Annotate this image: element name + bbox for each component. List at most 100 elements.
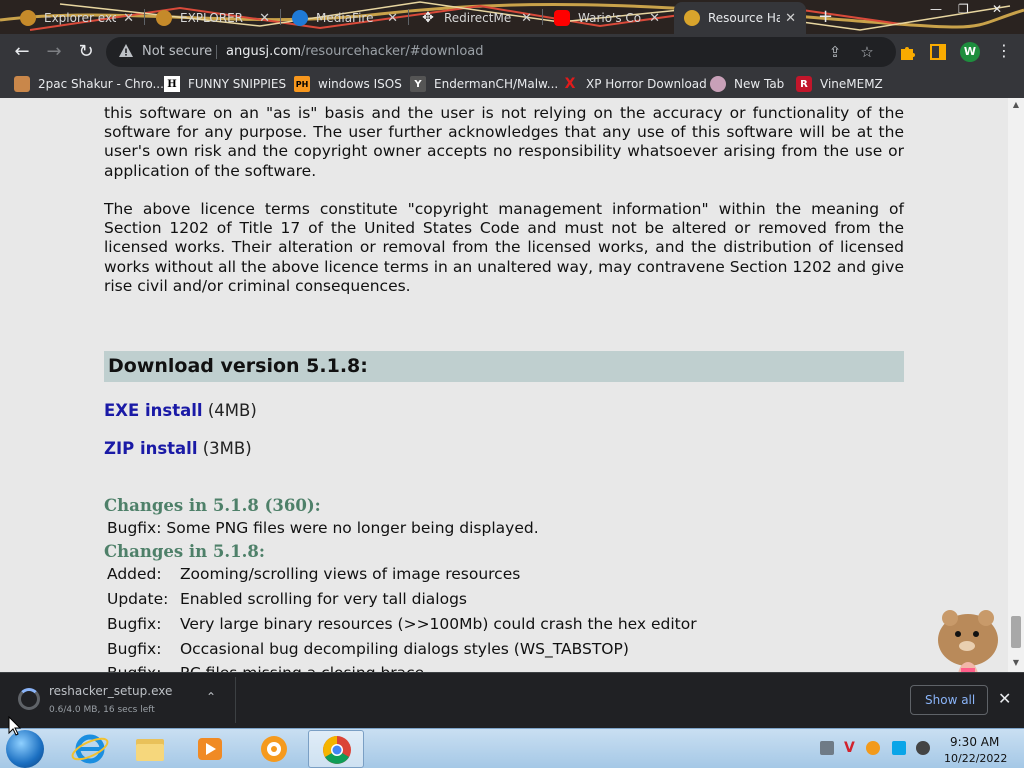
tray-monitor-icon[interactable] [892, 741, 906, 755]
exe-size: (4MB) [207, 401, 257, 420]
close-icon[interactable]: ✕ [259, 11, 270, 26]
extensions-icon[interactable] [898, 42, 918, 62]
bookmark-label: windows ISOS [318, 77, 402, 91]
tab-resource-hacker[interactable]: Resource Ha ✕ [674, 2, 806, 34]
download-heading: Download version 5.1.8: [104, 351, 904, 382]
scroll-up-icon[interactable]: ▲ [1011, 100, 1021, 109]
bookmark-windows-isos[interactable]: PH windows ISOS [294, 76, 402, 92]
bookmark-label: 2pac Shakur - Chro... [38, 77, 164, 91]
x-icon: X [564, 76, 576, 92]
close-icon[interactable]: ✕ [387, 11, 398, 26]
window-close-button[interactable]: ✕ [992, 2, 1002, 16]
reload-icon[interactable]: ↻ [74, 40, 98, 64]
globe-icon [20, 10, 36, 26]
shuriken-logo [261, 736, 287, 762]
clock-time[interactable]: 9:30 AM [950, 735, 999, 749]
newtab-icon [710, 76, 726, 92]
changes-heading: Changes in 5.1.8: [104, 542, 265, 561]
close-shelf-icon[interactable]: ✕ [998, 689, 1011, 708]
zip-install-link[interactable]: ZIP install [104, 439, 198, 458]
bookmark-label: VineMEMZ [820, 77, 883, 91]
new-tab-button[interactable]: + [818, 6, 833, 27]
bookmark-endermanch[interactable]: Y EndermanCH/Malw... [410, 76, 558, 92]
tab-explorer-exe[interactable]: Explorer exe ✕ [10, 2, 144, 34]
change-kind: Bugfix: [107, 640, 162, 658]
side-panel-icon[interactable] [928, 42, 948, 62]
page-viewport: this software on an "as is" basis and th… [0, 98, 1008, 672]
file-explorer-icon[interactable] [122, 730, 178, 768]
internet-explorer-icon[interactable] [62, 730, 118, 768]
tab-redirectme[interactable]: ✥ RedirectMe ✕ [410, 2, 542, 34]
tab-separator [280, 9, 281, 25]
mouse-cursor-icon [8, 716, 22, 736]
url-text[interactable]: angusj.com/resourcehacker/#download [226, 44, 484, 59]
exe-download-line: EXE install (4MB) [104, 401, 257, 420]
chrome-icon[interactable] [308, 730, 364, 768]
clock-date[interactable]: 10/22/2022 [944, 752, 1007, 765]
tab-mediafire[interactable]: MediaFire ✕ [282, 2, 408, 34]
shuriken-app-icon[interactable] [246, 730, 302, 768]
back-icon[interactable]: ← [10, 40, 34, 64]
change-text: Very large binary resources (>>100Mb) co… [179, 615, 697, 633]
profile-avatar[interactable]: W [960, 42, 980, 62]
security-label[interactable]: Not secure [142, 44, 212, 59]
bookmark-label: FUNNY SNIPPIES [188, 77, 287, 91]
change-kind: Added: [107, 565, 162, 583]
bookmark-new-tab[interactable]: New Tab [710, 76, 784, 92]
change-entry: Added: Zooming/scrolling views of image … [107, 565, 520, 583]
warning-icon [119, 44, 133, 57]
bookmark-vinememz[interactable]: R VineMEMZ [796, 76, 883, 92]
youtube-icon [554, 10, 570, 26]
change-entry: Bugfix: Occasional bug decompiling dialo… [107, 640, 629, 658]
tab-explorer[interactable]: EXPLORER ✕ [146, 2, 280, 34]
address-bar[interactable]: Not secure angusj.com/resourcehacker/#do… [106, 37, 896, 67]
kebab-menu-icon[interactable]: ⋮ [996, 41, 1012, 61]
scrollbar-thumb[interactable] [1011, 616, 1021, 648]
media-player-icon[interactable] [182, 730, 238, 768]
change-kind: Bugfix: [107, 519, 162, 537]
maximize-button[interactable]: ❐ [958, 2, 969, 16]
bookmark-xp-horror[interactable]: X XP Horror Download [562, 76, 707, 92]
change-text: Zooming/scrolling views of image resourc… [179, 565, 521, 583]
change-kind: Bugfix: [107, 664, 175, 672]
tab-label: EXPLORER [180, 11, 243, 25]
tray-app-icon[interactable] [820, 741, 834, 755]
exe-install-link[interactable]: EXE install [104, 401, 203, 420]
bookmark-label: New Tab [734, 77, 785, 91]
chevron-up-icon[interactable]: ⌃ [206, 690, 216, 704]
download-item[interactable]: reshacker_setup.exe 0.6/4.0 MB, 16 secs … [6, 677, 236, 723]
bookmark-funny-snippies[interactable]: H FUNNY SNIPPIES [164, 76, 286, 92]
download-shelf: reshacker_setup.exe 0.6/4.0 MB, 16 secs … [0, 672, 1024, 728]
page-scrollbar[interactable]: ▲ ▼ [1008, 98, 1024, 672]
change-entry: Bugfix: Some PNG files were no longer be… [107, 519, 539, 537]
scroll-down-icon[interactable]: ▼ [1011, 658, 1021, 667]
tab-separator [144, 9, 145, 25]
letter-h-icon: H [164, 76, 180, 92]
close-icon[interactable]: ✕ [785, 11, 796, 26]
forward-icon[interactable]: → [42, 40, 66, 64]
change-entry: Bugfix: RC files missing a closing brace… [107, 664, 449, 672]
browser-toolbar: ← → ↻ Not secure angusj.com/resourcehack… [0, 34, 1024, 70]
close-icon[interactable]: ✕ [649, 11, 660, 26]
close-icon[interactable]: ✕ [123, 11, 134, 26]
change-text: Some PNG files were no longer being disp… [166, 519, 539, 537]
minimize-button[interactable]: — [930, 2, 942, 16]
tray-search-icon[interactable] [866, 741, 880, 755]
close-icon[interactable]: ✕ [521, 11, 532, 26]
zip-size: (3MB) [202, 439, 252, 458]
tray-v-icon[interactable]: V [844, 741, 858, 755]
show-all-button[interactable]: Show all [910, 685, 988, 715]
bookmark-label: EndermanCH/Malw... [434, 77, 559, 91]
tray-speaker-icon[interactable] [916, 741, 930, 755]
licence-paragraph: this software on an "as is" basis and th… [104, 104, 904, 180]
mediafire-icon [292, 10, 308, 26]
url-host: angusj.com [226, 44, 301, 59]
star-icon[interactable]: ☆ [858, 43, 876, 61]
tab-warios-co[interactable]: Wario's Co ✕ [544, 2, 670, 34]
change-text: RC files missing a closing brace, ... [180, 664, 449, 672]
folder-logo [136, 739, 164, 761]
share-icon[interactable]: ⇪ [826, 43, 844, 61]
change-text: Enabled scrolling for very tall dialogs [179, 590, 468, 608]
bookmark-2pac[interactable]: 2pac Shakur - Chro... [14, 76, 164, 92]
change-kind: Update: [107, 590, 169, 608]
